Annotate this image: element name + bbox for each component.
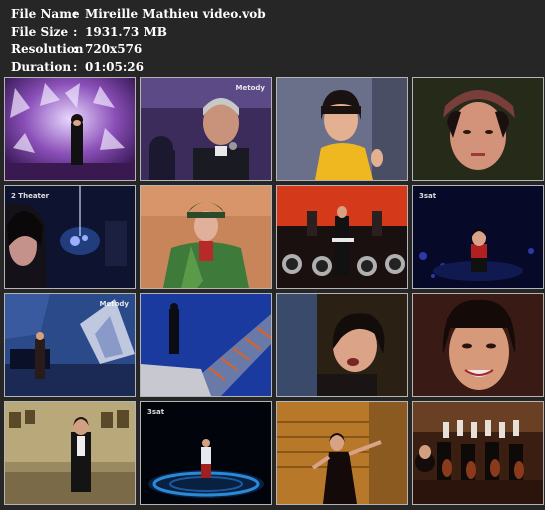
separator: : <box>73 42 78 56</box>
file-info-panel: File Name : Mireille Mathieu video.vob F… <box>11 6 266 76</box>
thumbnail-14-image <box>141 402 271 504</box>
file-size-value: 1931.73 MB <box>85 24 167 39</box>
duration-value: 01:05:26 <box>85 59 144 74</box>
file-info-row-resolution: Resolution : 720x576 <box>11 41 266 59</box>
thumbnail-9-blue-set[interactable]: Metody <box>4 293 136 397</box>
thumbnail-grid: Metody 2 Theater 3sat Metody 3sat <box>4 77 544 505</box>
thumbnail-14-round-stage[interactable]: 3sat <box>140 401 272 505</box>
tv-logo: 3sat <box>419 192 437 200</box>
file-info-row-duration: Duration : 01:05:26 <box>11 59 266 77</box>
resolution-value: 720x576 <box>85 42 143 56</box>
thumbnail-1-image <box>5 78 135 180</box>
thumbnail-4-image <box>413 78 543 180</box>
thumbnail-15-wooden-stage[interactable] <box>276 401 408 505</box>
thumbnail-3-yellow-dress[interactable] <box>276 77 408 181</box>
file-name-label: File Name <box>11 7 80 21</box>
file-info-row-name: File Name : Mireille Mathieu video.vob <box>11 6 266 24</box>
thumbnail-7-motorcycles[interactable] <box>276 185 408 289</box>
thumbnail-6-green-coat[interactable] <box>140 185 272 289</box>
thumbnail-12-image <box>413 294 543 396</box>
file-name-value: Mireille Mathieu video.vob <box>85 7 266 21</box>
tv-logo: Metody <box>235 84 265 92</box>
thumbnail-15-image <box>277 402 407 504</box>
thumbnail-11-image <box>277 294 407 396</box>
separator: : <box>73 7 78 21</box>
tv-logo: Metody <box>99 300 129 308</box>
tv-logo: 3sat <box>147 408 165 416</box>
thumbnail-10-image <box>141 294 271 396</box>
thumbnail-9-image <box>5 294 135 396</box>
thumbnail-3-image <box>277 78 407 180</box>
thumbnail-16-orchestra[interactable] <box>412 401 544 505</box>
thumbnail-5-dark-stage[interactable]: 2 Theater <box>4 185 136 289</box>
thumbnail-2-male-singer[interactable]: Metody <box>140 77 272 181</box>
tv-logo: 2 Theater <box>11 192 50 200</box>
thumbnail-1-crystal-stage[interactable] <box>4 77 136 181</box>
thumbnail-13-image <box>5 402 135 504</box>
thumbnail-10-staircase[interactable] <box>140 293 272 397</box>
thumbnail-16-image <box>413 402 543 504</box>
thumbnail-8-image <box>413 186 543 288</box>
thumbnail-6-image <box>141 186 271 288</box>
thumbnail-5-image <box>5 186 135 288</box>
resolution-label: Resolution <box>11 42 84 56</box>
thumbnail-8-dark-blue-stage[interactable]: 3sat <box>412 185 544 289</box>
separator: : <box>73 24 78 39</box>
thumbnail-7-image <box>277 186 407 288</box>
thumbnail-11-singing-profile[interactable] <box>276 293 408 397</box>
separator: : <box>73 59 78 74</box>
file-info-row-size: File Size : 1931.73 MB <box>11 24 266 42</box>
duration-label: Duration <box>11 59 72 74</box>
thumbnail-12-smiling-closeup[interactable] <box>412 293 544 397</box>
thumbnail-13-museum-hall[interactable] <box>4 401 136 505</box>
thumbnail-4-closeup-hat[interactable] <box>412 77 544 181</box>
file-size-label: File Size <box>11 24 69 39</box>
thumbnail-2-image <box>141 78 271 180</box>
